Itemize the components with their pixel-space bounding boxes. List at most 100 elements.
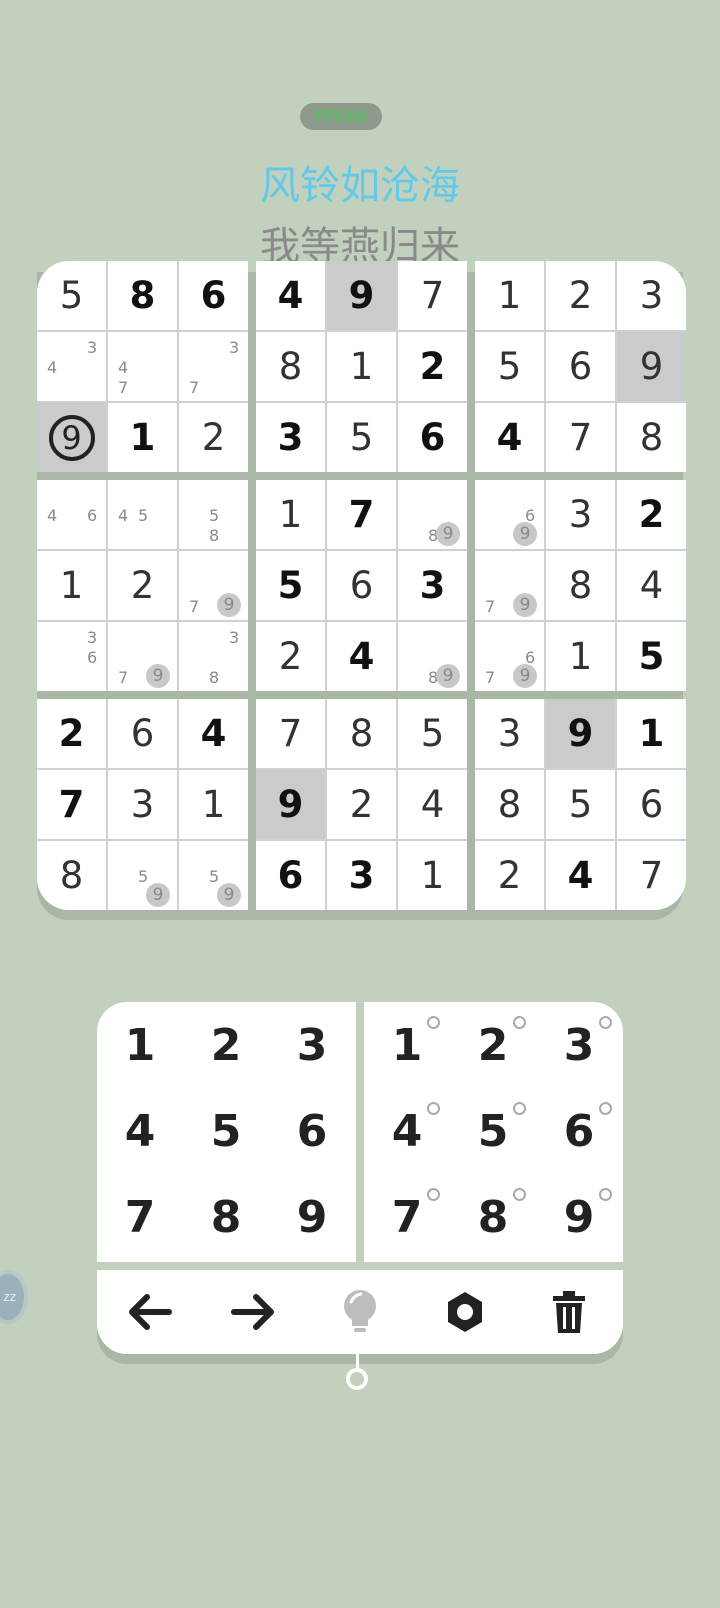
digit-key-1[interactable]: 1 (97, 1002, 183, 1088)
sudoku-cell[interactable]: 5 (256, 551, 325, 620)
sudoku-cell[interactable]: 59 (179, 841, 248, 910)
sudoku-cell[interactable]: 89 (398, 480, 467, 549)
sudoku-cell[interactable]: 7 (546, 403, 615, 472)
sudoku-cell[interactable]: 9 (256, 770, 325, 839)
side-floating-button[interactable]: zz (0, 1270, 28, 1324)
sudoku-cell[interactable]: 2 (617, 480, 686, 549)
note-key-1[interactable]: 1 (364, 1002, 450, 1088)
sudoku-cell[interactable]: 8 (617, 403, 686, 472)
sudoku-cell[interactable]: 58 (179, 480, 248, 549)
note-key-5[interactable]: 5 (450, 1088, 536, 1174)
sudoku-cell[interactable]: 4 (546, 841, 615, 910)
sudoku-cell[interactable]: 79 (179, 551, 248, 620)
sudoku-cell[interactable]: 6 (398, 403, 467, 472)
digit-key-2[interactable]: 2 (183, 1002, 269, 1088)
sudoku-cell[interactable]: 6 (327, 551, 396, 620)
undo-button[interactable] (119, 1282, 179, 1342)
sudoku-cell[interactable]: 36 (37, 622, 106, 691)
note-key-8[interactable]: 8 (450, 1174, 536, 1260)
sudoku-cell[interactable]: 9 (37, 403, 106, 472)
sudoku-cell[interactable]: 4 (256, 261, 325, 330)
sudoku-cell[interactable]: 5 (398, 699, 467, 768)
sudoku-cell[interactable]: 47 (108, 332, 177, 401)
sudoku-cell[interactable]: 8 (327, 699, 396, 768)
sudoku-cell[interactable]: 5 (327, 403, 396, 472)
note-key-9[interactable]: 9 (536, 1174, 622, 1260)
sudoku-cell[interactable]: 3 (108, 770, 177, 839)
sudoku-cell[interactable]: 5 (617, 622, 686, 691)
digit-key-3[interactable]: 3 (269, 1002, 355, 1088)
sudoku-cell[interactable]: 4 (398, 770, 467, 839)
sudoku-cell[interactable]: 8 (37, 841, 106, 910)
sudoku-cell[interactable]: 45 (108, 480, 177, 549)
digit-key-7[interactable]: 7 (97, 1174, 183, 1260)
settings-button[interactable] (435, 1282, 495, 1342)
sudoku-cell[interactable]: 8 (475, 770, 544, 839)
sudoku-cell[interactable]: 2 (256, 622, 325, 691)
sudoku-cell[interactable]: 9 (546, 699, 615, 768)
sudoku-cell[interactable]: 7 (398, 261, 467, 330)
sudoku-cell[interactable]: 2 (475, 841, 544, 910)
sudoku-cell[interactable]: 3 (398, 551, 467, 620)
sudoku-cell[interactable]: 46 (37, 480, 106, 549)
delete-button[interactable] (539, 1282, 599, 1342)
sudoku-cell[interactable]: 2 (546, 261, 615, 330)
note-key-4[interactable]: 4 (364, 1088, 450, 1174)
sudoku-cell[interactable]: 1 (37, 551, 106, 620)
sudoku-cell[interactable]: 6 (179, 261, 248, 330)
sudoku-cell[interactable]: 2 (398, 332, 467, 401)
sudoku-cell[interactable]: 4 (617, 551, 686, 620)
sudoku-cell[interactable]: 6 (546, 332, 615, 401)
sudoku-cell[interactable]: 2 (327, 770, 396, 839)
digit-key-4[interactable]: 4 (97, 1088, 183, 1174)
sudoku-cell[interactable]: 6 (108, 699, 177, 768)
sudoku-cell[interactable]: 1 (179, 770, 248, 839)
sudoku-cell[interactable]: 89 (398, 622, 467, 691)
sudoku-cell[interactable]: 2 (108, 551, 177, 620)
note-key-3[interactable]: 3 (536, 1002, 622, 1088)
digit-key-9[interactable]: 9 (269, 1174, 355, 1260)
sudoku-cell[interactable]: 1 (327, 332, 396, 401)
sudoku-cell[interactable]: 7 (256, 699, 325, 768)
sudoku-cell[interactable]: 3 (546, 480, 615, 549)
sudoku-cell[interactable]: 2 (37, 699, 106, 768)
redo-button[interactable] (224, 1282, 284, 1342)
sudoku-cell[interactable]: 5 (37, 261, 106, 330)
note-key-6[interactable]: 6 (536, 1088, 622, 1174)
sudoku-cell[interactable]: 69 (475, 480, 544, 549)
sudoku-cell[interactable]: 4 (327, 622, 396, 691)
sudoku-cell[interactable]: 1 (256, 480, 325, 549)
sudoku-cell[interactable]: 2 (179, 403, 248, 472)
digit-key-8[interactable]: 8 (183, 1174, 269, 1260)
sudoku-cell[interactable]: 1 (617, 699, 686, 768)
sudoku-cell[interactable]: 3 (256, 403, 325, 472)
sudoku-cell[interactable]: 3 (475, 699, 544, 768)
sudoku-cell[interactable]: 34 (37, 332, 106, 401)
note-key-2[interactable]: 2 (450, 1002, 536, 1088)
sudoku-cell[interactable]: 8 (546, 551, 615, 620)
sudoku-cell[interactable]: 5 (546, 770, 615, 839)
sudoku-cell[interactable]: 1 (546, 622, 615, 691)
sudoku-cell[interactable]: 8 (256, 332, 325, 401)
sudoku-cell[interactable]: 8 (108, 261, 177, 330)
digit-key-6[interactable]: 6 (269, 1088, 355, 1174)
sudoku-cell[interactable]: 1 (398, 841, 467, 910)
sudoku-cell[interactable]: 9 (617, 332, 686, 401)
digit-key-5[interactable]: 5 (183, 1088, 269, 1174)
sudoku-cell[interactable]: 679 (475, 622, 544, 691)
sudoku-cell[interactable]: 9 (327, 261, 396, 330)
sudoku-cell[interactable]: 79 (475, 551, 544, 620)
sudoku-cell[interactable]: 37 (179, 332, 248, 401)
sudoku-cell[interactable]: 3 (327, 841, 396, 910)
sudoku-cell[interactable]: 59 (108, 841, 177, 910)
sudoku-cell[interactable]: 7 (617, 841, 686, 910)
sudoku-cell[interactable]: 5 (475, 332, 544, 401)
sudoku-cell[interactable]: 38 (179, 622, 248, 691)
sudoku-cell[interactable]: 1 (475, 261, 544, 330)
sudoku-cell[interactable]: 4 (475, 403, 544, 472)
sudoku-cell[interactable]: 79 (108, 622, 177, 691)
sudoku-cell[interactable]: 4 (179, 699, 248, 768)
hint-button[interactable] (330, 1282, 390, 1342)
sudoku-cell[interactable]: 6 (256, 841, 325, 910)
sudoku-cell[interactable]: 7 (327, 480, 396, 549)
